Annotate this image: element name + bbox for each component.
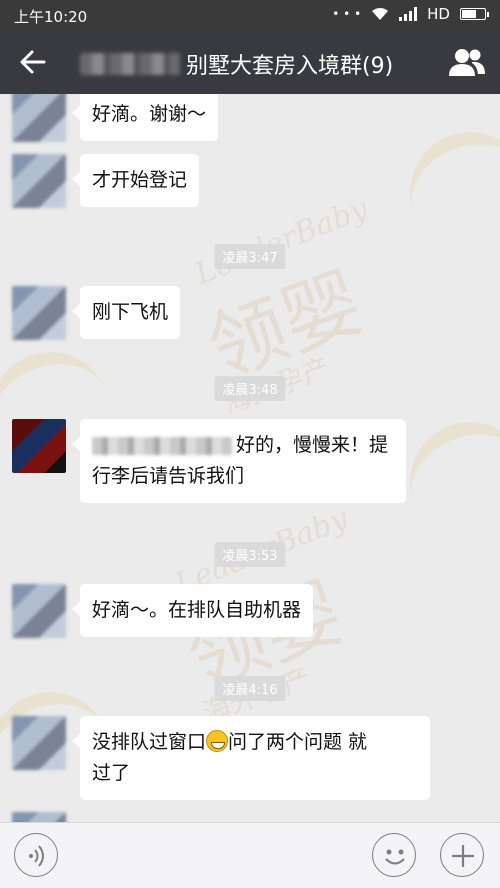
message-item: 刚下飞机 (12, 286, 181, 340)
network-type: HD (427, 5, 450, 23)
smile-icon (385, 849, 405, 865)
message-text: 刚下飞机 (92, 301, 169, 323)
status-bar: 上午10:20 • • • HD (0, 0, 500, 30)
avatar[interactable] (12, 286, 66, 340)
title-bar: 别墅大套房入境群(9) (0, 30, 500, 94)
time-label: 凌晨3:48 (214, 376, 286, 401)
chat-title-text: 别墅大套房入境群(9) (186, 54, 394, 79)
message-text: 好滴。谢谢～ (92, 103, 207, 125)
voice-icon (29, 845, 44, 867)
message-text-part: 没排队过窗口 (92, 731, 207, 753)
message-text: 好滴～。在排队自助机器 (92, 599, 302, 621)
message-item: 好滴。谢谢～ (12, 94, 219, 142)
back-arrow-icon[interactable] (18, 48, 48, 76)
message-bubble[interactable]: 好的，慢慢来！提 行李后请告诉我们 (72, 419, 406, 503)
plus-icon (452, 845, 474, 867)
time-label: 凌晨3:53 (214, 542, 286, 567)
watermark-wing (393, 405, 500, 503)
grinning-emoji-icon (206, 730, 229, 752)
message-bubble[interactable]: 刚下飞机 (71, 286, 181, 339)
avatar[interactable] (12, 94, 66, 142)
avatar[interactable] (12, 584, 66, 638)
avatar[interactable] (12, 716, 66, 770)
message-text-line1: 好的，慢慢来！提 (236, 434, 389, 456)
status-icons: • • • HD (332, 5, 489, 23)
chat-title: 别墅大套房入境群(9) (80, 48, 393, 80)
mute-icon: • • • (332, 7, 362, 21)
time-label: 凌晨4:16 (214, 676, 286, 701)
message-item: 好的，慢慢来！提 行李后请告诉我们 (12, 419, 406, 503)
message-item: 好滴～。在排队自助机器 (12, 584, 314, 638)
time-label: 凌晨3:47 (214, 244, 286, 269)
more-button[interactable] (440, 833, 484, 877)
message-item (12, 812, 66, 822)
message-text-part: 问了两个问题 就 (228, 731, 368, 753)
message-text: 才开始登记 (92, 169, 188, 191)
avatar[interactable] (12, 419, 66, 473)
message-bubble[interactable]: 好滴～。在排队自助机器 (71, 584, 314, 637)
avatar[interactable] (12, 154, 66, 208)
blurred-name (80, 53, 180, 75)
avatar[interactable] (12, 812, 66, 822)
message-item: 才开始登记 (12, 154, 200, 208)
message-bubble[interactable]: 才开始登记 (71, 154, 200, 207)
mention-blurred (92, 436, 232, 455)
input-bar (0, 822, 500, 888)
message-item: 没排队过窗口 问了两个问题 就 过了 (12, 716, 430, 800)
signal-icon (399, 7, 418, 21)
wifi-icon (372, 8, 389, 20)
group-members-icon[interactable] (448, 46, 486, 78)
watermark-brand: LeaderBaby (190, 191, 373, 292)
battery-icon (460, 8, 489, 20)
message-text-line2: 行李后请告诉我们 (92, 465, 245, 487)
message-bubble[interactable]: 好滴。谢谢～ (71, 94, 219, 141)
emoji-button[interactable] (372, 833, 416, 877)
chat-area[interactable]: LeaderBaby 领婴 海外孕产 LeaderBaby 领婴 海外孕产 好滴… (0, 94, 500, 822)
message-text-line2: 过了 (92, 762, 131, 784)
status-time: 上午10:20 (14, 8, 88, 26)
watermark-wing (393, 115, 500, 213)
message-bubble[interactable]: 没排队过窗口 问了两个问题 就 过了 (72, 716, 430, 800)
voice-button[interactable] (14, 833, 58, 877)
